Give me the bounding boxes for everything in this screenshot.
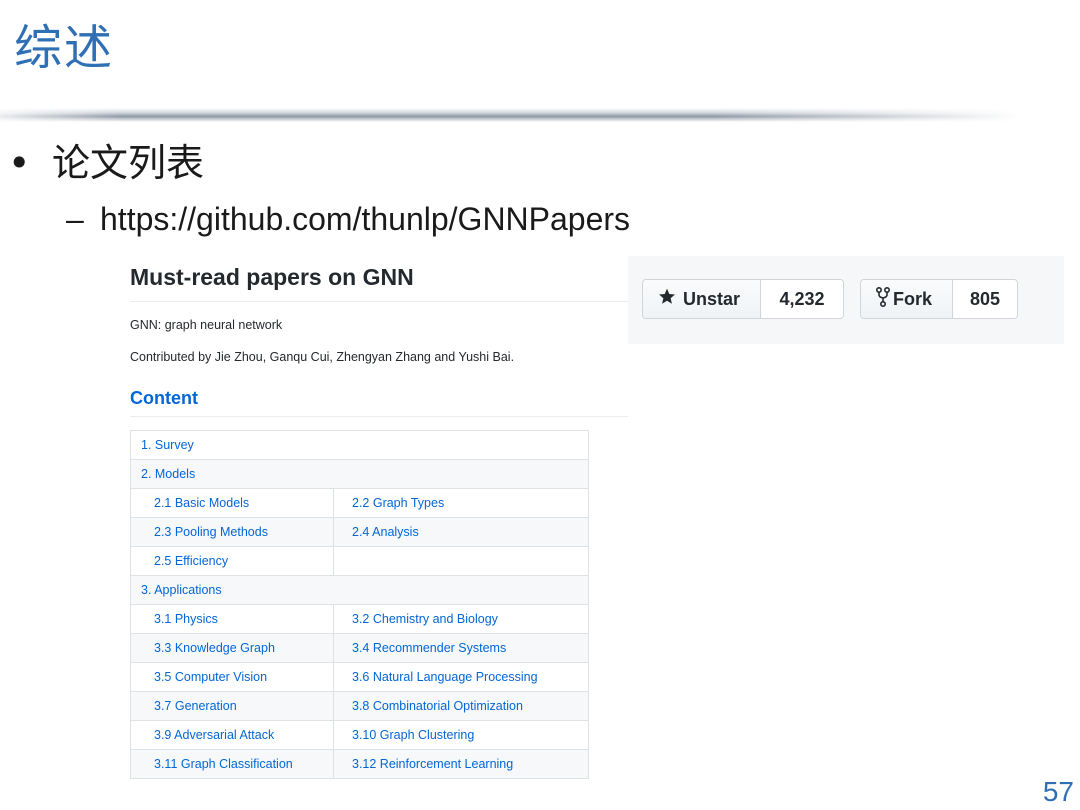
toc-link[interactable]: 2.4 Analysis — [334, 518, 588, 546]
fork-icon — [875, 286, 891, 312]
toc-empty-cell — [334, 547, 588, 575]
readme-heading: Must-read papers on GNN — [130, 264, 414, 290]
toc-link[interactable]: 2. Models — [131, 467, 195, 481]
sub-bullet-marker: – — [66, 201, 84, 237]
fork-button-group: Fork 805 — [860, 279, 1018, 319]
readme-screenshot: Must-read papers on GNN GNN: graph neura… — [100, 253, 628, 790]
content-heading-link[interactable]: Content — [130, 388, 198, 409]
toc-row: 3.9 Adversarial Attack 3.10 Graph Cluster… — [131, 721, 588, 750]
fork-button[interactable]: Fork — [861, 280, 953, 318]
toc-row: 3.11 Graph Classification 3.12 Reinforcem… — [131, 750, 588, 779]
toc-row: 3.7 Generation 3.8 Combinatorial Optimiza… — [131, 692, 588, 721]
toc-link[interactable]: 2.5 Efficiency — [131, 547, 334, 575]
star-count[interactable]: 4,232 — [761, 280, 843, 318]
toc-row: 2.5 Efficiency — [131, 547, 588, 576]
toc-row: 2.3 Pooling Methods 2.4 Analysis — [131, 518, 588, 547]
star-button-group: Unstar 4,232 — [642, 279, 844, 319]
toc-link[interactable]: 3.6 Natural Language Processing — [334, 663, 588, 691]
toc-link[interactable]: 3.3 Knowledge Graph — [131, 634, 334, 662]
repo-url-link[interactable]: https://github.com/thunlp/GNNPapers — [100, 201, 630, 237]
toc-link[interactable]: 3.2 Chemistry and Biology — [334, 605, 588, 633]
title-divider — [0, 108, 1020, 122]
readme-description: GNN: graph neural network — [130, 318, 283, 332]
heading-divider — [130, 301, 628, 302]
content-divider — [130, 416, 628, 417]
unstar-label: Unstar — [683, 288, 741, 309]
toc-row: 3.5 Computer Vision 3.6 Natural Language … — [131, 663, 588, 692]
toc-link[interactable]: 3.5 Computer Vision — [131, 663, 334, 691]
toc-link[interactable]: 2.3 Pooling Methods — [131, 518, 334, 546]
sub-bullet-item: – https://github.com/thunlp/GNNPapers — [66, 201, 630, 237]
toc-link[interactable]: 3.1 Physics — [131, 605, 334, 633]
toc-link[interactable]: 1. Survey — [131, 438, 194, 452]
github-star-fork-widget: Unstar 4,232 Fork 805 — [628, 256, 1064, 344]
slide-title: 综述 — [14, 20, 115, 76]
unstar-button[interactable]: Unstar — [643, 280, 761, 318]
toc-row: 3. Applications — [131, 576, 588, 605]
toc-link[interactable]: 2.2 Graph Types — [334, 489, 588, 517]
toc-row: 1. Survey — [131, 431, 588, 460]
bullet-item: • 论文列表 — [8, 141, 205, 185]
fork-count[interactable]: 805 — [953, 280, 1017, 318]
toc-link[interactable]: 3.11 Graph Classification — [131, 750, 334, 778]
bullet-text: 论文列表 — [52, 141, 205, 185]
toc-link[interactable]: 3.10 Graph Clustering — [334, 721, 588, 749]
toc-row: 3.1 Physics 3.2 Chemistry and Biology — [131, 605, 588, 634]
page-number: 57 — [1042, 776, 1074, 807]
toc-link[interactable]: 3.4 Recommender Systems — [334, 634, 588, 662]
toc-row: 2.1 Basic Models 2.2 Graph Types — [131, 489, 588, 518]
toc-link[interactable]: 3.12 Reinforcement Learning — [334, 750, 588, 778]
bullet-marker: • — [8, 141, 31, 185]
toc-link[interactable]: 2.1 Basic Models — [131, 489, 334, 517]
toc-link[interactable]: 3.8 Combinatorial Optimization — [334, 692, 588, 720]
toc-row: 2. Models — [131, 460, 588, 489]
toc-link[interactable]: 3. Applications — [131, 583, 222, 597]
toc-table: 1. Survey 2. Models 2.1 Basic Models 2.2 Gr… — [130, 430, 589, 779]
star-icon — [657, 287, 677, 311]
readme-contributors: Contributed by Jie Zhou, Ganqu Cui, Zhen… — [130, 350, 515, 364]
toc-link[interactable]: 3.7 Generation — [131, 692, 334, 720]
toc-link[interactable]: 3.9 Adversarial Attack — [131, 721, 334, 749]
toc-row: 3.3 Knowledge Graph 3.4 Recommender Syste… — [131, 634, 588, 663]
fork-label: Fork — [893, 288, 933, 309]
